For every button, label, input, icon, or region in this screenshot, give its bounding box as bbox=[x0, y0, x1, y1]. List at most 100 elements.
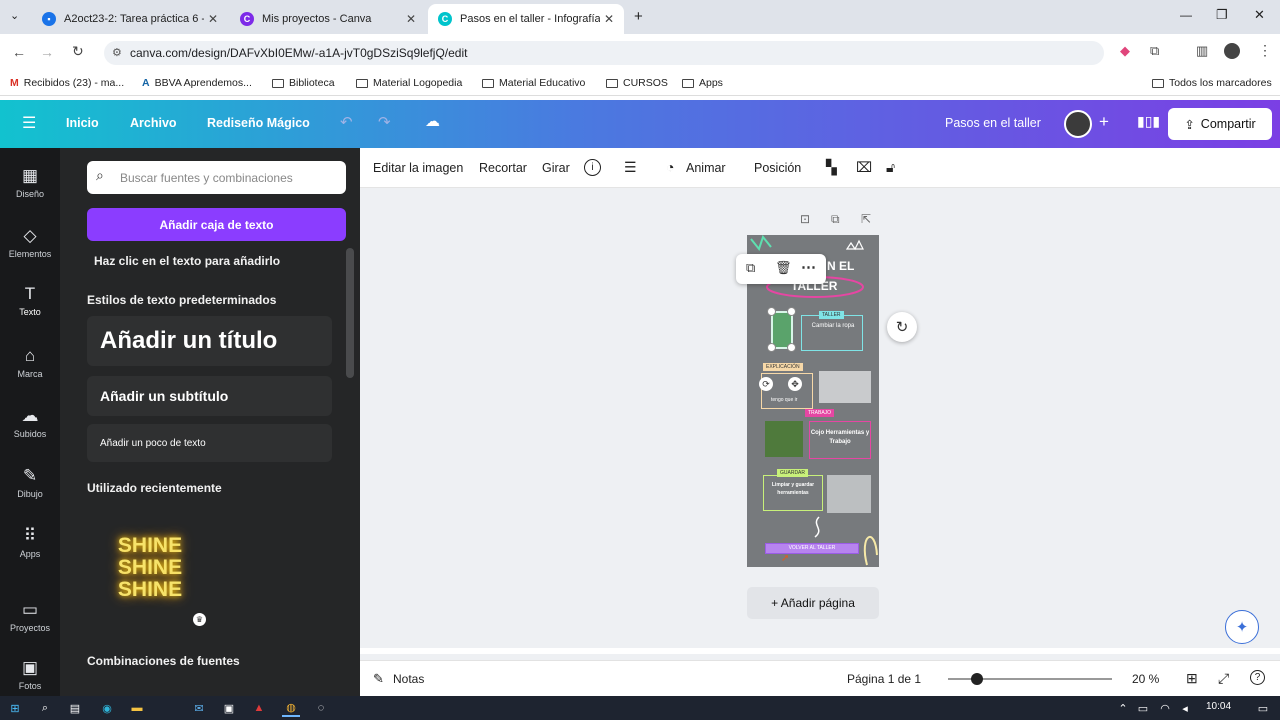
maximize-icon[interactable]: ❐ bbox=[1216, 7, 1228, 23]
explicacion-text[interactable]: tengo que ir bbox=[771, 397, 797, 403]
redo-icon[interactable]: ↷ bbox=[378, 113, 391, 131]
help-icon[interactable]: ? bbox=[1250, 670, 1265, 685]
trabajo-tag[interactable]: TRABAJO bbox=[805, 409, 835, 417]
bookmark-apps[interactable]: Apps bbox=[682, 77, 723, 89]
file-menu-button[interactable]: Archivo bbox=[130, 116, 177, 130]
all-bookmarks[interactable]: Todos los marcadores bbox=[1152, 77, 1272, 89]
minimize-icon[interactable]: — bbox=[1180, 8, 1192, 22]
home-button[interactable]: Inicio bbox=[66, 116, 99, 130]
tab-list-chevron-icon[interactable]: ⌄ bbox=[10, 9, 19, 22]
transparency-icon[interactable]: ▚ bbox=[826, 159, 837, 176]
border-style-icon[interactable]: ☰ bbox=[624, 159, 637, 176]
add-collaborator-icon[interactable]: + bbox=[1099, 112, 1109, 132]
resize-handle[interactable] bbox=[787, 343, 796, 352]
sidebar-item-dibujo[interactable]: ✎ Dibujo bbox=[0, 466, 60, 499]
zoom-slider-thumb[interactable] bbox=[971, 673, 983, 685]
page-indicator[interactable]: Página 1 de 1 bbox=[847, 672, 921, 686]
url-input[interactable]: ⚙ canva.com/design/DAFvXbI0EMw/-a1A-jvT0… bbox=[104, 41, 1104, 65]
delete-icon[interactable]: 🗑︎ bbox=[775, 260, 792, 276]
grid-view-icon[interactable]: ⊞ bbox=[1186, 670, 1198, 687]
explicacion-tag[interactable]: EXPLICACIÓN bbox=[763, 363, 803, 371]
sidebar-item-proyectos[interactable]: ▭ Proyectos bbox=[0, 600, 60, 633]
sidepanel-icon[interactable]: ▥ bbox=[1196, 43, 1208, 59]
crop-button[interactable]: Recortar bbox=[479, 161, 527, 175]
browser-tab-1[interactable]: ▪ A2oct23-2: Tarea práctica 6 - N ✕ bbox=[32, 4, 228, 34]
browser-tab-3[interactable]: C Pasos en el taller - Infografía ✕ bbox=[428, 4, 624, 34]
resize-handle[interactable] bbox=[767, 307, 776, 316]
flip-button[interactable]: Girar bbox=[542, 161, 570, 175]
bookmark-biblioteca[interactable]: Biblioteca bbox=[272, 77, 335, 89]
page-add-icon[interactable]: ⇱ bbox=[861, 212, 871, 226]
share-button[interactable]: ⇪ Compartir bbox=[1168, 108, 1272, 140]
taller-text[interactable]: Cambiar la ropa bbox=[811, 322, 855, 331]
sidebar-item-fotos[interactable]: ▣ Fotos bbox=[0, 658, 60, 691]
reload-icon[interactable]: ↻ bbox=[72, 43, 84, 60]
design-title[interactable]: Pasos en el taller bbox=[945, 116, 1041, 130]
taller-box[interactable] bbox=[801, 315, 863, 351]
tray-chevron-icon[interactable]: ⌃ bbox=[1114, 699, 1132, 717]
browser-tab-2[interactable]: C Mis proyectos - Canva ✕ bbox=[230, 4, 426, 34]
rotate-refresh-button[interactable]: ↻ bbox=[887, 312, 917, 342]
move-handle-icon[interactable]: ✥ bbox=[788, 377, 802, 391]
close-window-icon[interactable]: ✕ bbox=[1254, 7, 1265, 23]
lock-icon[interactable]: 🔓︎ bbox=[886, 159, 895, 176]
forward-icon[interactable]: → bbox=[40, 44, 54, 60]
add-title-button[interactable]: Añadir un título bbox=[87, 316, 332, 366]
more-options-icon[interactable]: ⋯ bbox=[801, 258, 816, 276]
resize-handle[interactable] bbox=[787, 307, 796, 316]
volume-icon[interactable]: ◂ bbox=[1176, 699, 1194, 717]
sidebar-item-diseno[interactable]: ▦ Diseño bbox=[0, 166, 60, 199]
add-subtitle-button[interactable]: Añadir un subtítulo bbox=[87, 376, 332, 416]
back-icon[interactable]: ← bbox=[12, 44, 26, 60]
volver-button-graphic[interactable]: VOLVER AL TALLER bbox=[765, 543, 859, 554]
user-avatar[interactable] bbox=[1064, 110, 1092, 138]
paint-format-icon[interactable]: ⌧ bbox=[856, 159, 872, 176]
undo-icon[interactable]: ↶ bbox=[340, 113, 353, 131]
edit-image-button[interactable]: Editar la imagen bbox=[373, 161, 463, 175]
sidebar-item-marca[interactable]: ⌂ Marca bbox=[0, 346, 60, 379]
magic-switch-button[interactable]: Rediseño Mágico bbox=[207, 116, 310, 130]
design-page[interactable]: N EL TALLER TALLER Cambiar la ropa EXPLI… bbox=[747, 235, 879, 567]
notes-icon[interactable]: ✎ bbox=[373, 671, 384, 687]
animate-icon[interactable]: ◔ bbox=[666, 159, 674, 175]
insights-icon[interactable]: ▮▯▮ bbox=[1137, 113, 1160, 130]
sidebar-item-subidos[interactable]: ☁ Subidos bbox=[0, 406, 60, 439]
menu-dots-icon[interactable]: ⋮ bbox=[1258, 42, 1272, 59]
guardar-text[interactable]: Limpiar y guardar herramientas bbox=[765, 481, 821, 497]
profile-avatar[interactable] bbox=[1224, 43, 1240, 59]
position-button[interactable]: Posición bbox=[754, 161, 801, 175]
extension-icon[interactable]: ◆ bbox=[1120, 43, 1130, 59]
windows-start-icon[interactable]: ⊞ bbox=[6, 699, 24, 717]
shine-text-preset[interactable]: SHINE SHINE SHINE bbox=[105, 530, 195, 605]
resize-handle[interactable] bbox=[767, 343, 776, 352]
chrome-icon[interactable]: ◍ bbox=[282, 699, 300, 717]
bookmark-educativo[interactable]: Material Educativo bbox=[482, 77, 585, 89]
close-tab-icon[interactable]: ✕ bbox=[604, 12, 614, 26]
puzzle-icon[interactable]: ⧉ bbox=[1150, 43, 1159, 59]
notifications-icon[interactable]: ▭ bbox=[1254, 699, 1272, 717]
pdf-icon[interactable]: ▲ bbox=[250, 699, 268, 717]
edge-icon[interactable]: ◉ bbox=[98, 699, 116, 717]
mail-icon[interactable]: ✉ bbox=[190, 699, 208, 717]
close-tab-icon[interactable]: ✕ bbox=[208, 12, 218, 26]
info-icon[interactable]: i bbox=[584, 159, 601, 176]
trabajo-text[interactable]: Cojo Herramientas y Trabajo bbox=[809, 429, 871, 447]
taller-tag[interactable]: TALLER bbox=[819, 311, 844, 319]
app-icon[interactable]: ◌ bbox=[312, 699, 330, 717]
search-icon[interactable]: ⌕ bbox=[36, 699, 54, 717]
page-duplicate-icon[interactable]: ⧉ bbox=[831, 212, 840, 227]
close-tab-icon[interactable]: ✕ bbox=[406, 12, 416, 26]
font-search-input[interactable]: ⌕ Buscar fuentes y combinaciones bbox=[87, 161, 346, 194]
animate-button[interactable]: Animar bbox=[686, 161, 726, 175]
add-page-button[interactable]: + Añadir página bbox=[747, 587, 879, 619]
fullscreen-icon[interactable]: ⤢ bbox=[1218, 670, 1229, 687]
sidebar-item-texto[interactable]: T Texto bbox=[0, 284, 60, 317]
bookmark-cursos[interactable]: CURSOS bbox=[606, 77, 668, 89]
clock[interactable]: 10:04 bbox=[1206, 701, 1231, 712]
zoom-level[interactable]: 20 % bbox=[1132, 672, 1159, 686]
notes-button[interactable]: Notas bbox=[393, 672, 424, 686]
task-view-icon[interactable]: ▤ bbox=[66, 699, 84, 717]
zoom-slider[interactable] bbox=[948, 673, 1112, 685]
add-textbox-button[interactable]: Añadir caja de texto bbox=[87, 208, 346, 241]
cloud-saved-icon[interactable]: ☁ bbox=[425, 112, 440, 130]
